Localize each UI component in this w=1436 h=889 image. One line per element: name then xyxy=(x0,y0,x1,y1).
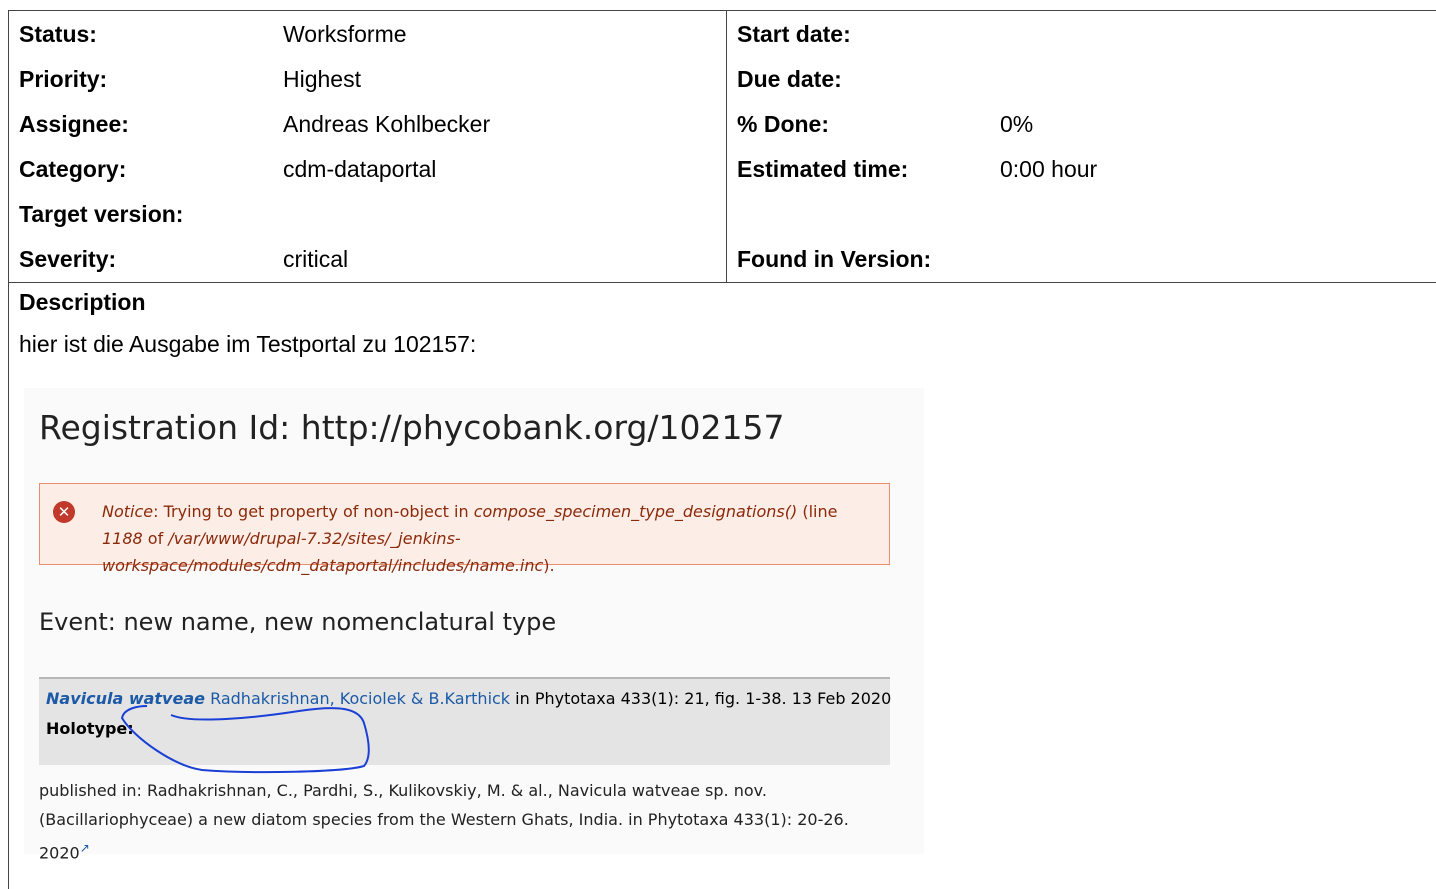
embedded-screenshot[interactable]: Registration Id: http://phycobank.org/10… xyxy=(24,388,924,862)
attr-label: % Done: xyxy=(737,111,829,137)
attr-done-ratio: % Done: 0% xyxy=(727,101,1436,146)
attr-due-date: Due date: xyxy=(727,56,1436,101)
attr-found-in-version: Found in Version: xyxy=(727,236,1436,281)
attr-label: Target version: xyxy=(19,201,184,227)
scribble-annotation xyxy=(120,705,370,774)
attr-value: Highest xyxy=(283,66,361,92)
description-text: hier ist die Ausgabe im Testportal zu 10… xyxy=(19,331,477,357)
attr-label: Found in Version: xyxy=(737,246,932,272)
attr-label: Due date: xyxy=(737,66,842,92)
description-heading: Description xyxy=(19,289,146,315)
attr-category: Category: cdm-dataportal xyxy=(9,146,726,191)
attributes-right-column: Start date: Due date: % Done: 0% Estimat… xyxy=(727,11,1436,283)
issue-attributes: Status: Worksforme Priority: Highest Ass… xyxy=(9,11,1436,283)
attr-label: Category: xyxy=(19,156,127,182)
attr-value: Andreas Kohlbecker xyxy=(283,111,491,137)
attr-label: Priority: xyxy=(19,66,108,92)
attr-priority: Priority: Highest xyxy=(9,56,726,101)
attr-target-version: Target version: xyxy=(9,191,726,236)
attr-label: Estimated time: xyxy=(737,156,909,182)
attr-estimated-time: Estimated time: 0:00 hour xyxy=(727,146,1436,191)
attr-assignee: Assignee: Andreas Kohlbecker xyxy=(9,101,726,146)
attr-value: cdm-dataportal xyxy=(283,156,437,182)
attr-empty xyxy=(727,191,1436,236)
issue-details: Status: Worksforme Priority: Highest Ass… xyxy=(8,10,1436,889)
attr-label: Status: xyxy=(19,21,97,47)
attr-label: Start date: xyxy=(737,21,851,47)
attr-value: 0% xyxy=(1000,111,1034,137)
attributes-left-column: Status: Worksforme Priority: Highest Ass… xyxy=(9,11,727,283)
attr-start-date: Start date: xyxy=(727,11,1436,56)
attr-value: Worksforme xyxy=(283,21,407,47)
scribble-stroke xyxy=(120,705,370,774)
attr-label: Severity: xyxy=(19,246,117,272)
attr-value: critical xyxy=(283,246,349,272)
attr-label: Assignee: xyxy=(19,111,129,137)
attr-value: 0:00 hour xyxy=(1000,156,1098,182)
attr-severity: Severity: critical xyxy=(9,236,726,281)
attr-status: Status: Worksforme xyxy=(9,11,726,56)
